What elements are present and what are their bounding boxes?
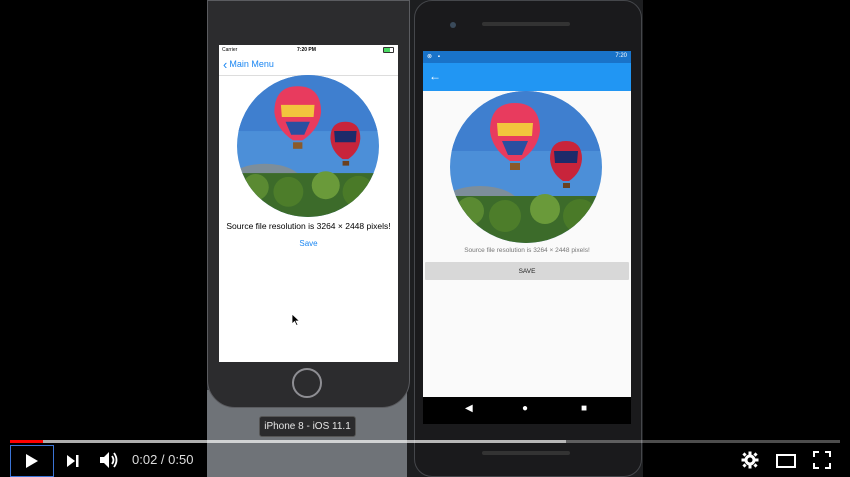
notification-icons: ⊗ ▪ xyxy=(427,54,442,60)
ios-save-button[interactable]: Save xyxy=(219,239,398,248)
play-icon xyxy=(26,454,38,468)
simulator-label: iPhone 8 - iOS 11.1 xyxy=(259,416,356,437)
carrier-label: Carrier xyxy=(222,47,238,53)
current-time: 0:02 xyxy=(132,452,158,467)
play-button[interactable] xyxy=(10,445,54,477)
iphone-home-button[interactable] xyxy=(292,368,322,398)
volume-button[interactable] xyxy=(97,450,121,470)
ios-screen: Carrier 7:20 PM ‹ Main Menu Source file … xyxy=(219,45,398,362)
android-resolution-text: Source file resolution is 3264 × 2448 pi… xyxy=(464,247,590,254)
settings-button[interactable] xyxy=(739,450,761,470)
volume-icon xyxy=(100,452,118,468)
ios-clock: 7:20 PM xyxy=(297,47,316,53)
fullscreen-icon xyxy=(813,451,831,469)
main-menu-back-button[interactable]: ‹ Main Menu xyxy=(223,56,274,72)
next-button[interactable] xyxy=(62,452,84,470)
android-save-button[interactable]: SAVE xyxy=(425,262,629,280)
android-nav-bar: ◀ ● ■ xyxy=(423,397,631,424)
settings-icon xyxy=(741,451,759,469)
back-label: Main Menu xyxy=(229,59,274,69)
android-app-bar: ← xyxy=(423,63,631,91)
ios-nav-bar: ‹ Main Menu xyxy=(219,55,398,76)
fullscreen-button[interactable] xyxy=(810,450,834,470)
mouse-cursor-icon xyxy=(291,313,300,326)
next-icon xyxy=(67,455,79,467)
ios-resolution-text: Source file resolution is 3264 × 2448 pi… xyxy=(226,221,391,231)
progress-buffer xyxy=(43,440,566,443)
home-circle-icon[interactable]: ● xyxy=(522,403,528,414)
speaker-bottom xyxy=(482,451,570,455)
ios-status-bar: Carrier 7:20 PM xyxy=(219,45,398,55)
balloon-photo xyxy=(237,75,379,217)
front-camera xyxy=(450,22,456,28)
time-display: 0:02 / 0:50 xyxy=(132,452,193,467)
chevron-left-icon: ‹ xyxy=(223,56,228,72)
time-separator: / xyxy=(157,452,169,467)
android-clock: 7:20 xyxy=(615,53,627,59)
back-triangle-icon[interactable]: ◀ xyxy=(465,403,473,414)
android-screen: ⊗ ▪ 7:20 ← Source file resolution is 326… xyxy=(423,51,631,397)
battery-icon xyxy=(383,47,394,53)
theater-icon xyxy=(776,454,796,468)
theater-mode-button[interactable] xyxy=(774,452,798,470)
progress-played xyxy=(10,440,43,443)
recents-square-icon[interactable]: ■ xyxy=(581,403,587,414)
duration: 0:50 xyxy=(168,452,194,467)
balloon-photo-android xyxy=(450,91,602,243)
android-status-bar: ⊗ ▪ 7:20 xyxy=(423,51,631,63)
arrow-left-icon[interactable]: ← xyxy=(429,69,441,83)
speaker-top xyxy=(482,22,570,26)
